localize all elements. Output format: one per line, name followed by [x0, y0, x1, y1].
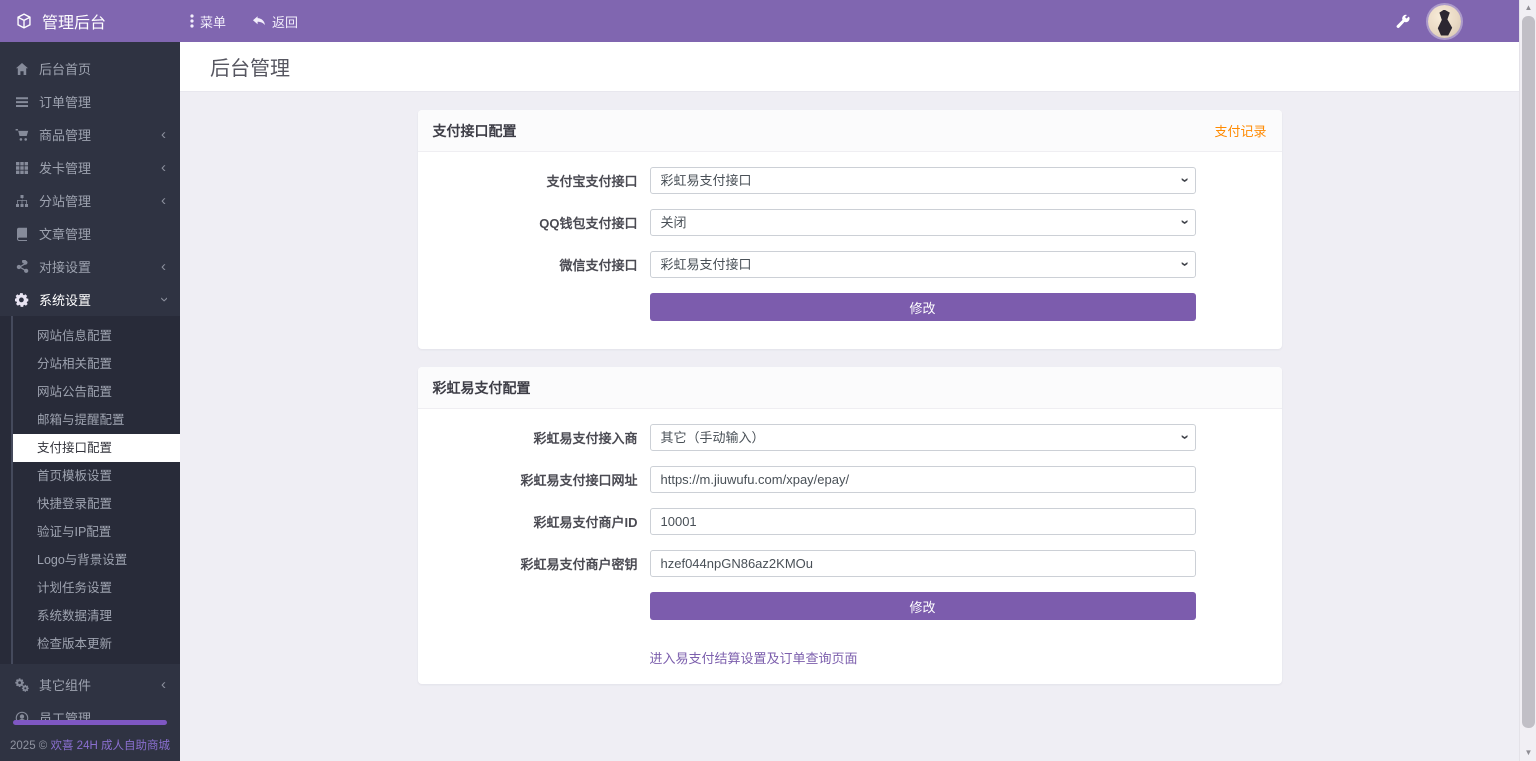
page-header: 后台管理	[180, 42, 1519, 92]
menu-dots-icon	[190, 14, 194, 28]
cube-icon	[16, 13, 32, 29]
footer-accent-bar	[13, 720, 167, 725]
epay-settlement-link[interactable]: 进入易支付结算设置及订单查询页面	[650, 651, 858, 666]
epay-merchant-id-input[interactable]	[650, 508, 1196, 535]
submenu-item-cron-tasks[interactable]: 计划任务设置	[13, 574, 180, 602]
chevron-left-icon: ‹	[161, 193, 166, 208]
epay-config-card: 彩虹易支付配置 彩虹易支付接入商 其它（手动输入） ‹ 彩虹易支付接口网址	[418, 367, 1282, 684]
sidebar-item-orders[interactable]: 订单管理	[0, 85, 180, 118]
wechat-interface-select[interactable]: 彩虹易支付接口	[650, 251, 1196, 278]
topbar: 管理后台 菜单 返回	[0, 0, 1519, 42]
site-name-link[interactable]: 欢喜 24H 成人自助商城	[50, 740, 170, 752]
alipay-interface-label: 支付宝支付接口	[418, 171, 650, 190]
sidebar-item-products[interactable]: 商品管理 ‹	[0, 118, 180, 151]
back-label: 返回	[272, 12, 298, 31]
page-title: 后台管理	[210, 52, 290, 81]
epay-merchant-id-label: 彩虹易支付商户ID	[418, 512, 650, 531]
epay-merchant-key-label: 彩虹易支付商户密钥	[418, 554, 650, 573]
list-icon	[14, 94, 29, 109]
page-scrollbar[interactable]: ▲ ▼	[1519, 0, 1536, 761]
sidebar-footer: 2025 © 欢喜 24H 成人自助商城	[0, 720, 180, 753]
sidebar-item-label: 发卡管理	[39, 158, 91, 177]
sidebar-item-label: 分站管理	[39, 191, 91, 210]
modify-button[interactable]: 修改	[650, 592, 1196, 620]
wechat-interface-label: 微信支付接口	[418, 255, 650, 274]
sitemap-icon	[14, 193, 29, 208]
sidebar-item-label: 后台首页	[39, 59, 91, 78]
share-icon	[14, 259, 29, 274]
submenu-item-email-reminder[interactable]: 邮箱与提醒配置	[13, 406, 180, 434]
payment-records-link[interactable]: 支付记录	[1214, 121, 1266, 140]
sidebar-item-home[interactable]: 后台首页	[0, 52, 180, 85]
submenu-item-announcement[interactable]: 网站公告配置	[13, 378, 180, 406]
card-title: 支付接口配置	[433, 121, 517, 141]
scroll-up-icon[interactable]: ▲	[1520, 0, 1536, 16]
main-content: 后台管理 支付接口配置 支付记录 支付宝支付接口 彩虹易支付接口 ‹	[180, 42, 1519, 761]
modify-button[interactable]: 修改	[650, 293, 1196, 321]
book-icon	[14, 226, 29, 241]
submenu-item-verify-ip[interactable]: 验证与IP配置	[13, 518, 180, 546]
epay-provider-select[interactable]: 其它（手动输入）	[650, 424, 1196, 451]
submenu-item-logo-background[interactable]: Logo与背景设置	[13, 546, 180, 574]
avatar-image	[1437, 10, 1453, 36]
grid-icon	[14, 160, 29, 175]
submenu-item-home-template[interactable]: 首页模板设置	[13, 462, 180, 490]
topbar-nav: 菜单 返回	[180, 12, 298, 31]
submenu-item-substation-config[interactable]: 分站相关配置	[13, 350, 180, 378]
chevron-left-icon: ‹	[161, 677, 166, 692]
user-avatar[interactable]	[1428, 5, 1461, 38]
sidebar-item-label: 商品管理	[39, 125, 91, 144]
epay-api-url-input[interactable]	[650, 466, 1196, 493]
scroll-down-icon[interactable]: ▼	[1520, 745, 1536, 761]
chevron-left-icon: ‹	[161, 259, 166, 274]
gears-icon	[14, 677, 29, 692]
sidebar-item-integration[interactable]: 对接设置 ‹	[0, 250, 180, 283]
payment-interface-card: 支付接口配置 支付记录 支付宝支付接口 彩虹易支付接口 ‹ QQ钱包支付接口	[418, 110, 1282, 349]
cart-icon	[14, 127, 29, 142]
sidebar-item-other-components[interactable]: 其它组件 ‹	[0, 668, 180, 701]
sidebar-item-label: 文章管理	[39, 224, 91, 243]
epay-merchant-key-input[interactable]	[650, 550, 1196, 577]
submenu-item-check-update[interactable]: 检查版本更新	[13, 630, 180, 658]
system-settings-submenu: 网站信息配置 分站相关配置 网站公告配置 邮箱与提醒配置 支付接口配置 首页模板…	[0, 316, 180, 664]
sidebar-item-system-settings[interactable]: 系统设置 ‹	[0, 283, 180, 316]
home-icon	[14, 61, 29, 76]
sidebar-item-substations[interactable]: 分站管理 ‹	[0, 184, 180, 217]
submenu-item-data-cleanup[interactable]: 系统数据清理	[13, 602, 180, 630]
copyright-year: 2025 ©	[10, 740, 47, 752]
sidebar-item-label: 订单管理	[39, 92, 91, 111]
card-title: 彩虹易支付配置	[433, 378, 531, 398]
chevron-down-icon: ‹	[156, 297, 171, 302]
alipay-interface-select[interactable]: 彩虹易支付接口	[650, 167, 1196, 194]
sidebar-item-articles[interactable]: 文章管理	[0, 217, 180, 250]
back-button[interactable]: 返回	[252, 12, 298, 31]
brand[interactable]: 管理后台	[0, 9, 180, 33]
wrench-icon[interactable]	[1395, 14, 1410, 29]
menu-label: 菜单	[200, 12, 226, 31]
chevron-left-icon: ‹	[161, 160, 166, 175]
back-arrow-icon	[252, 15, 266, 28]
sidebar-item-label: 对接设置	[39, 257, 91, 276]
sidebar-item-label: 其它组件	[39, 675, 91, 694]
scrollbar-thumb[interactable]	[1522, 16, 1535, 728]
submenu-item-payment-config[interactable]: 支付接口配置	[13, 434, 180, 462]
qq-wallet-interface-select[interactable]: 关闭	[650, 209, 1196, 236]
submenu-item-site-info[interactable]: 网站信息配置	[13, 322, 180, 350]
gear-icon	[14, 292, 29, 307]
menu-button[interactable]: 菜单	[190, 12, 226, 31]
qq-wallet-interface-label: QQ钱包支付接口	[418, 213, 650, 232]
submenu-item-quick-login[interactable]: 快捷登录配置	[13, 490, 180, 518]
epay-api-url-label: 彩虹易支付接口网址	[418, 470, 650, 489]
sidebar: 后台首页 订单管理 商品管理 ‹ 发卡管理 ‹ 分站管理 ‹ 文章管理 对接设置…	[0, 42, 180, 761]
epay-provider-label: 彩虹易支付接入商	[418, 428, 650, 447]
sidebar-item-label: 系统设置	[39, 290, 91, 309]
chevron-left-icon: ‹	[161, 127, 166, 142]
brand-label: 管理后台	[42, 9, 106, 33]
sidebar-item-cards[interactable]: 发卡管理 ‹	[0, 151, 180, 184]
